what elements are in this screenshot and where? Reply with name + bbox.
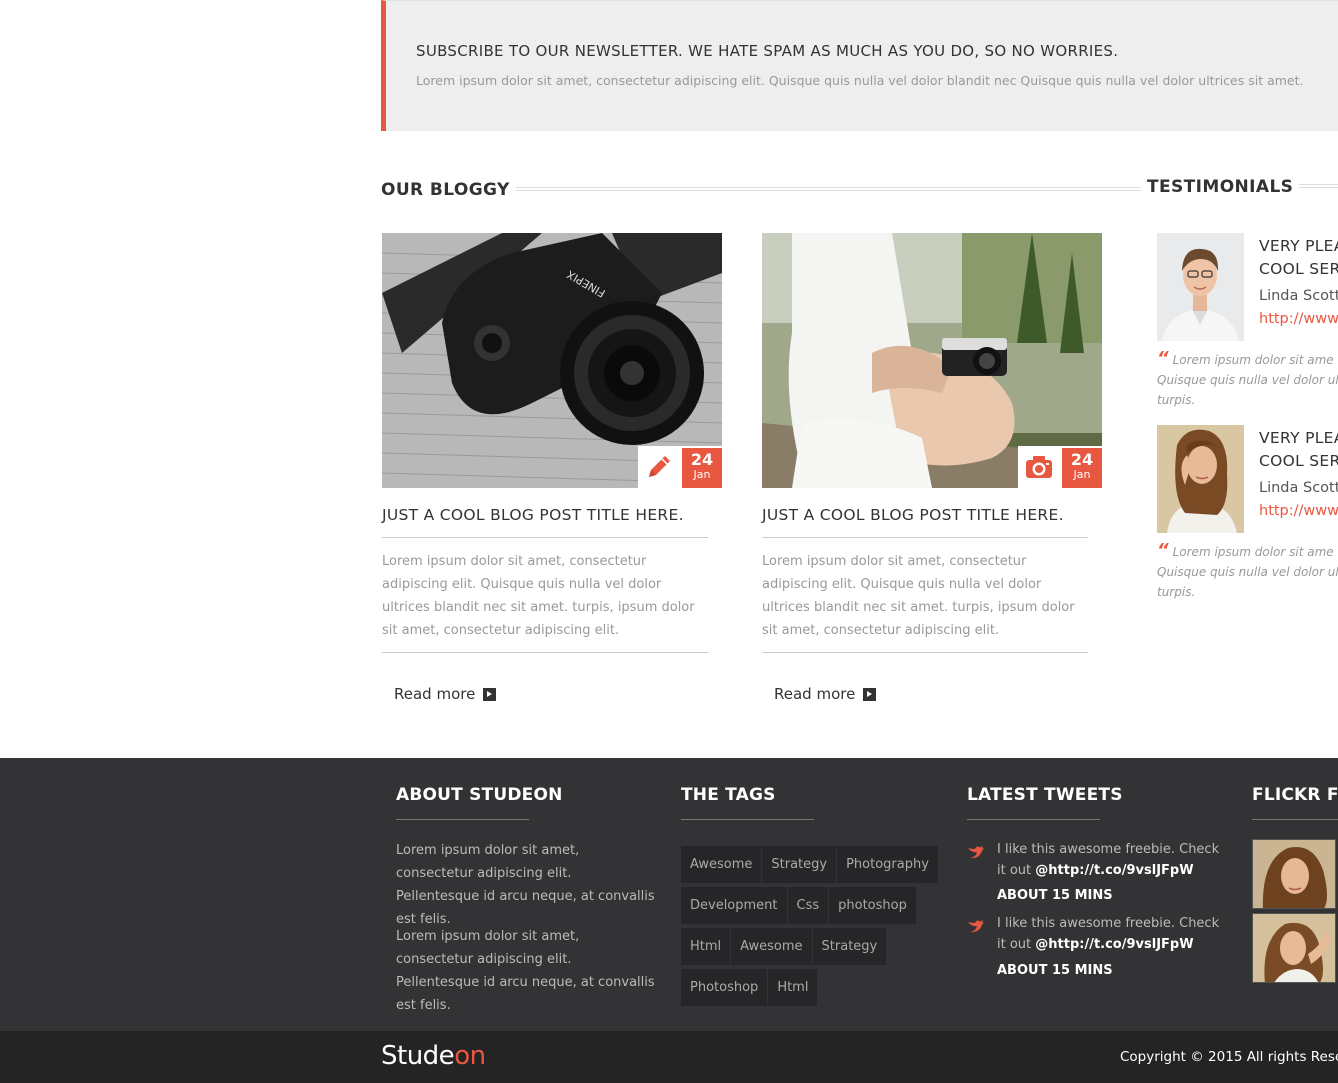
tag-cloud: Awesome Strategy PhotographyDevelopment Css…: [681, 846, 941, 1010]
post-title[interactable]: JUST A COOL BLOG POST TITLE HERE.: [382, 506, 708, 538]
post-format-badge: [1018, 446, 1060, 488]
post-excerpt: Lorem ipsum dolor sit amet, consectetur …: [762, 550, 1088, 653]
quote-icon: “: [1157, 540, 1169, 561]
testimonials-section-title: TESTIMONIALS: [1142, 177, 1300, 197]
footer: ABOUT STUDEON Lorem ipsum dolor sit amet…: [0, 758, 1338, 1031]
testimonial-author: Linda Scott: [1259, 288, 1338, 304]
tag-link[interactable]: Awesome: [681, 846, 762, 883]
site-logo[interactable]: Studeon: [381, 1041, 486, 1071]
newsletter-banner: SUBSCRIBE TO OUR NEWSLETTER. WE HATE SPA…: [381, 0, 1338, 131]
tag-link[interactable]: Photography: [837, 846, 938, 883]
tag-link[interactable]: Html: [681, 928, 731, 965]
footer-title-underline: [681, 819, 814, 820]
post-date-badge: 24 Jan: [680, 446, 722, 488]
post-day: 24: [1070, 450, 1094, 469]
tweet-text: I like this awesome freebie. Check it ou…: [997, 839, 1227, 881]
logo-accent-text: on: [454, 1041, 486, 1071]
avatar: [1157, 425, 1244, 533]
testimonial-heading-line: VERY PLEA: [1259, 237, 1338, 255]
bottom-bar: Studeon Copyright © 2015 All rights Rese…: [0, 1031, 1338, 1083]
tweet-time: ABOUT 15 MINS: [997, 888, 1113, 903]
post-month: Jan: [693, 468, 711, 481]
read-more-label: Read more: [774, 685, 856, 703]
tag-link[interactable]: Photoshop: [681, 969, 768, 1006]
flickr-thumbnail[interactable]: [1252, 913, 1336, 983]
read-more-link[interactable]: Read more: [394, 685, 497, 703]
post-title[interactable]: JUST A COOL BLOG POST TITLE HERE.: [762, 506, 1088, 538]
flickr-thumbnail[interactable]: [1252, 839, 1336, 909]
post-excerpt: Lorem ipsum dolor sit amet, consectetur …: [382, 550, 708, 653]
testimonial-author: Linda Scott: [1259, 480, 1338, 496]
logo-text: Stude: [381, 1041, 455, 1071]
camera-icon: [1026, 456, 1052, 478]
post-format-badge: [638, 446, 680, 488]
tag-link[interactable]: photoshop: [829, 887, 916, 924]
testimonial-quote: “Lorem ipsum dolor sit ame Quisque quis …: [1157, 349, 1338, 410]
woman-portrait-image: [1157, 425, 1244, 533]
testimonial-heading-line: COOL SER: [1259, 260, 1338, 278]
testimonial-heading: VERY PLEA COOL SER: [1259, 427, 1338, 473]
tweet-link[interactable]: @http://t.co/9vslJFpW: [1035, 937, 1193, 952]
pencil-icon: [649, 456, 670, 477]
footer-tweets-title: LATEST TWEETS: [967, 785, 1123, 805]
tweet-time: ABOUT 15 MINS: [997, 963, 1113, 978]
testimonial-quote: “Lorem ipsum dolor sit ame Quisque quis …: [1157, 541, 1338, 602]
tag-link[interactable]: Awesome: [731, 928, 812, 965]
read-more-label: Read more: [394, 685, 476, 703]
testimonial-link[interactable]: http://www: [1259, 311, 1338, 327]
newsletter-heading: SUBSCRIBE TO OUR NEWSLETTER. WE HATE SPA…: [416, 42, 1119, 60]
avatar: [1157, 233, 1244, 341]
blog-section-title: OUR BLOGGY: [381, 180, 516, 200]
newsletter-text: Lorem ipsum dolor sit amet, consectetur …: [416, 73, 1304, 88]
tag-link[interactable]: Strategy: [762, 846, 837, 883]
tag-link[interactable]: Html: [768, 969, 818, 1006]
arrow-right-icon: [863, 687, 877, 701]
blog-post: FINEPIX 24 Jan JUST A COOL BLOG POST TIT…: [382, 233, 722, 703]
read-more-link[interactable]: Read more: [774, 685, 877, 703]
tweet-link[interactable]: @http://t.co/9vslJFpW: [1035, 863, 1193, 878]
post-day: 24: [690, 450, 714, 469]
footer-about-text: Lorem ipsum dolor sit amet, consectetur …: [396, 929, 655, 1013]
post-image[interactable]: FINEPIX 24 Jan: [382, 233, 722, 488]
testimonial-heading-line: VERY PLEA: [1259, 429, 1338, 447]
tag-link[interactable]: Strategy: [812, 928, 887, 965]
post-date-badge: 24 Jan: [1060, 446, 1102, 488]
footer-title-underline: [396, 819, 529, 820]
footer-title-underline: [1252, 819, 1338, 820]
testimonial-quote-text: Lorem ipsum dolor sit ame Quisque quis n…: [1157, 545, 1338, 599]
post-month: Jan: [1073, 468, 1091, 481]
quote-icon: “: [1157, 348, 1169, 369]
post-image[interactable]: 24 Jan: [762, 233, 1102, 488]
man-portrait-image: [1157, 233, 1244, 341]
arrow-right-icon: [483, 687, 497, 701]
testimonial-link[interactable]: http://www: [1259, 503, 1338, 519]
footer-title-underline: [967, 819, 1100, 820]
blog-post: 24 Jan JUST A COOL BLOG POST TITLE HERE.…: [762, 233, 1102, 703]
flickr-photo-image: [1253, 914, 1335, 982]
footer-tags-title: THE TAGS: [681, 785, 776, 805]
tag-link[interactable]: Development: [681, 887, 787, 924]
twitter-bird-icon: [968, 920, 984, 933]
copyright-text: Copyright © 2015 All rights Reserv: [1120, 1049, 1338, 1065]
testimonial-heading-line: COOL SER: [1259, 452, 1338, 470]
testimonial-quote-text: Lorem ipsum dolor sit ame Quisque quis n…: [1157, 353, 1338, 407]
footer-about-title: ABOUT STUDEON: [396, 785, 563, 805]
tweet-text: I like this awesome freebie. Check it ou…: [997, 913, 1227, 955]
flickr-photo-image: [1253, 840, 1335, 908]
twitter-bird-icon: [968, 846, 984, 859]
footer-flickr-title: FLICKR FE: [1252, 785, 1338, 805]
footer-about-text: Lorem ipsum dolor sit amet, consectetur …: [396, 843, 655, 927]
tag-link[interactable]: Css: [787, 887, 829, 924]
testimonial-heading: VERY PLEA COOL SER: [1259, 235, 1338, 281]
